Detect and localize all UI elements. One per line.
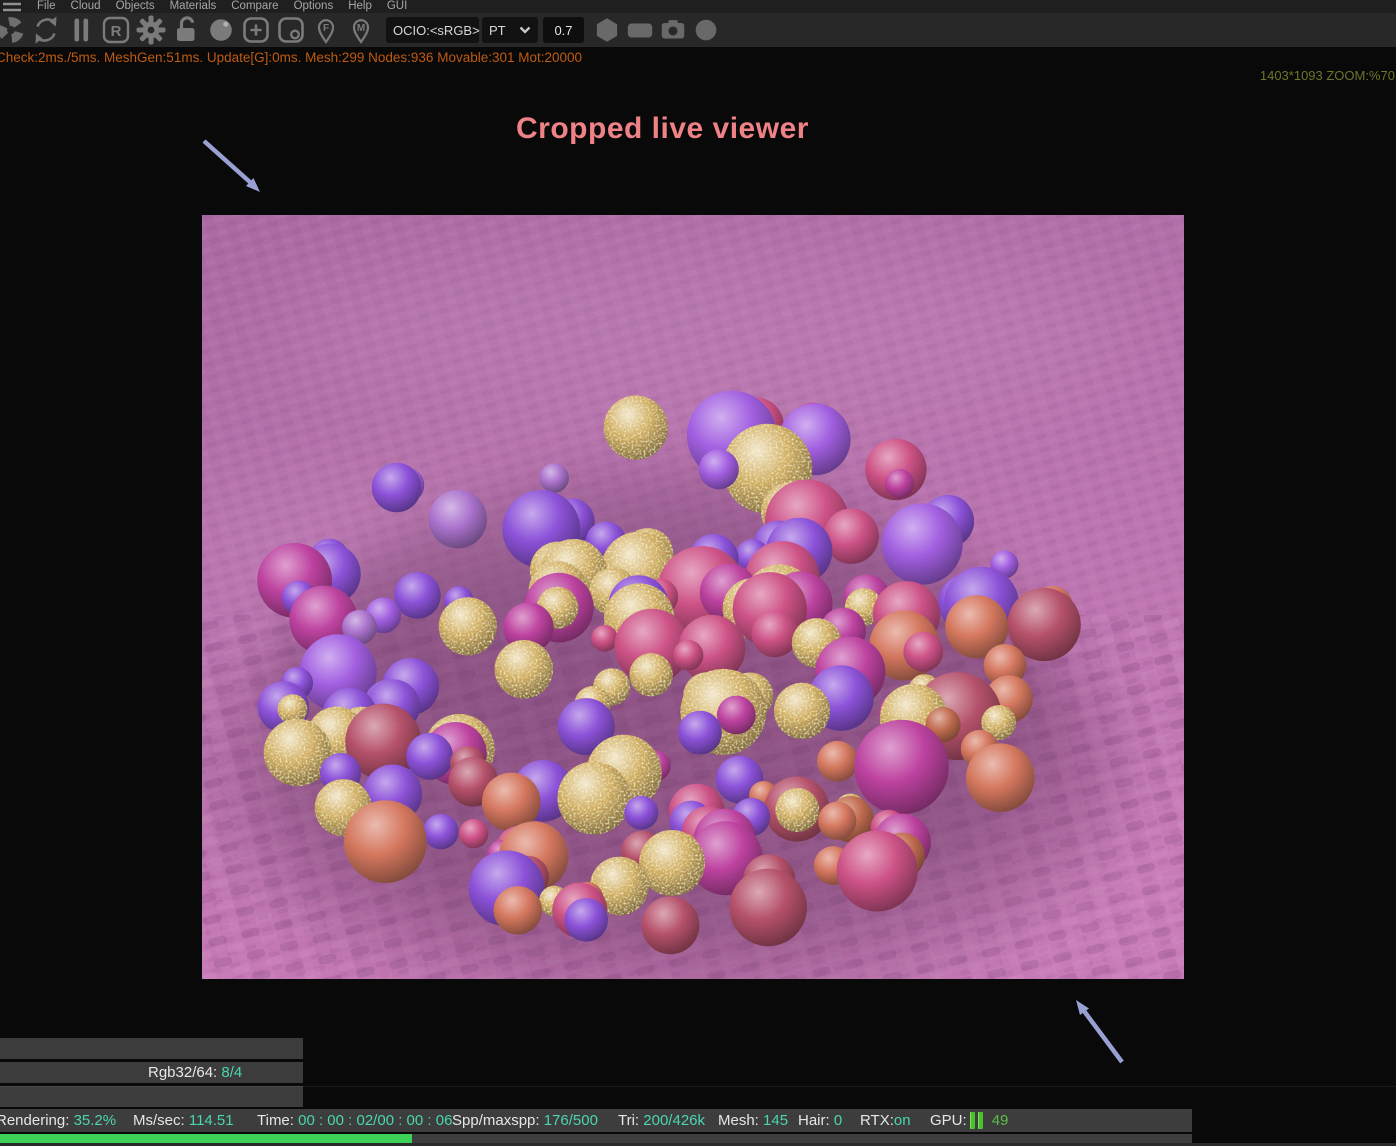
kernel-value: PT [489, 22, 506, 38]
region-pick-icon[interactable] [274, 13, 307, 47]
svg-text:F: F [322, 23, 328, 34]
octane-live-viewer-window: File Cloud Objects Materials Compare Opt… [0, 0, 1396, 1146]
tri-stat: Tri: 200/426k [618, 1112, 706, 1129]
menu-gui[interactable]: GUI [387, 0, 407, 13]
hamburger-menu-icon[interactable] [2, 2, 22, 13]
rounded-rect-icon[interactable] [623, 13, 656, 47]
settings-gear-icon[interactable] [134, 13, 167, 47]
octane-logo-icon[interactable] [0, 13, 27, 47]
restart-render-icon[interactable]: R [99, 13, 132, 47]
refresh-icon[interactable] [29, 13, 62, 47]
gpu-activity-meter [969, 1109, 983, 1132]
geometry-stats-line: Check:2ms./5ms. MeshGen:51ms. Update[G]:… [0, 50, 583, 65]
vram-row: Used/free/total vram: 2.077Gb/17.361Gb/2… [0, 1086, 303, 1107]
toolbar-left-icons: R F M [0, 13, 377, 47]
time-stat: Time: 00 : 00 : 02/00 : 00 : 06 [257, 1112, 453, 1129]
svg-text:R: R [110, 23, 121, 40]
material-pin-icon[interactable]: M [344, 13, 377, 47]
svg-text:M: M [356, 23, 364, 34]
ocio-value: OCIO:<sRGB> [393, 22, 480, 38]
render-progress-track [0, 1134, 1192, 1143]
menu-compare[interactable]: Compare [231, 0, 278, 13]
viewer-title: Cropped live viewer [516, 112, 809, 145]
render-status-bar: Rendering: 35.2% Ms/sec: 114.51 Time: 00… [0, 1109, 1192, 1132]
panel-divider [0, 1086, 1396, 1087]
menu-cloud[interactable]: Cloud [71, 0, 101, 13]
circle-icon[interactable] [689, 13, 722, 47]
ocio-colorspace-select[interactable]: OCIO:<sRGB> [386, 17, 480, 43]
rtx-stat: RTX: on [860, 1112, 911, 1129]
toolbar: R F M OCIO:<sRGB> PT 0.7 [0, 13, 1396, 47]
kernel-select[interactable]: PT [482, 17, 538, 43]
pause-icon[interactable] [64, 13, 97, 47]
rendering-stat: Rendering: 35.2% [0, 1112, 117, 1129]
hair-stat: Hair: 0 [798, 1112, 843, 1129]
annotation-arrow-bottom-right [1076, 1000, 1124, 1064]
menu-options[interactable]: Options [294, 0, 334, 13]
render-sphere-icon[interactable] [204, 13, 237, 47]
ms-sec-stat: Ms/sec: 114.51 [133, 1112, 234, 1129]
gamma-input[interactable]: 0.7 [543, 17, 584, 43]
hexagon-icon[interactable] [590, 13, 623, 47]
rgb-label: Rgb32/64: [148, 1064, 222, 1081]
menu-objects[interactable]: Objects [116, 0, 155, 13]
menu-help[interactable]: Help [348, 0, 372, 13]
spp-stat: Spp/maxspp: 176/500 [452, 1112, 598, 1129]
camera-icon[interactable] [656, 13, 689, 47]
focus-pin-icon[interactable]: F [309, 13, 342, 47]
lock-open-icon[interactable] [169, 13, 202, 47]
mesh-stat: Mesh: 145 [718, 1112, 789, 1129]
menu-bar: File Cloud Objects Materials Compare Opt… [0, 0, 1396, 13]
annotation-arrow-top-left [202, 139, 260, 192]
out-of-core-row: Out-of-core used/max:0Kb/4Gb [0, 1038, 303, 1059]
menu-materials[interactable]: Materials [170, 0, 217, 13]
region-add-icon[interactable] [239, 13, 272, 47]
grey-rgb-row: Grey8/16: 1/0 Rgb32/64: 8/4 [0, 1062, 303, 1083]
resolution-zoom-readout: 1403*1093 ZOOM:%70 [1259, 68, 1395, 83]
gpu-usage-value: 49 [991, 1112, 1009, 1129]
menu-file[interactable]: File [37, 0, 56, 13]
rgb-value: 8/4 [221, 1064, 243, 1081]
chevron-down-icon [519, 26, 531, 34]
toolbar-right-icons [590, 13, 722, 47]
render-viewport[interactable] [202, 215, 1184, 979]
gpu-stat: GPU: 49 [930, 1109, 1008, 1132]
render-progress-fill [0, 1134, 413, 1143]
